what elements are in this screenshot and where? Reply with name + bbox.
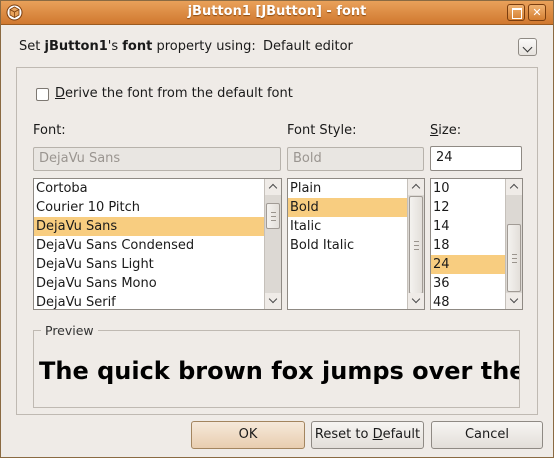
font-list-item[interactable]: DejaVu Sans bbox=[34, 217, 264, 236]
font-list-item[interactable]: DejaVu Sans Mono bbox=[34, 274, 264, 293]
cancel-button[interactable]: Cancel bbox=[431, 421, 543, 449]
component-name: jButton1 bbox=[44, 39, 108, 54]
caption-suffix: property using: bbox=[152, 39, 256, 54]
font-list-item[interactable]: DejaVu Sans Condensed bbox=[34, 236, 264, 255]
derive-font-label[interactable]: Derive the font from the default font bbox=[55, 86, 293, 101]
reset-label-pre: Reset to bbox=[314, 427, 373, 442]
scroll-up-arrow-icon[interactable] bbox=[506, 179, 522, 195]
size-list-item[interactable]: 48 bbox=[431, 293, 505, 309]
style-list-scrollbar[interactable] bbox=[407, 179, 424, 309]
scroll-thumb[interactable] bbox=[507, 224, 521, 292]
font-list-item[interactable]: Courier 10 Pitch bbox=[34, 198, 264, 217]
ok-button[interactable]: OK bbox=[191, 421, 305, 449]
derive-font-checkbox[interactable] bbox=[36, 88, 49, 101]
derive-label-rest: erive the font from the default font bbox=[65, 86, 293, 101]
font-style-label: Font Style: bbox=[287, 123, 357, 138]
size-list-item[interactable]: 36 bbox=[431, 274, 505, 293]
size-list-item[interactable]: 12 bbox=[431, 198, 505, 217]
font-style-items: Plain Bold Italic Bold Italic bbox=[288, 179, 407, 309]
font-size-field[interactable]: 24 bbox=[430, 146, 522, 171]
size-label: Size: bbox=[430, 123, 461, 138]
font-list-item[interactable]: DejaVu Sans Light bbox=[34, 255, 264, 274]
font-list-item[interactable]: Cortoba bbox=[34, 179, 264, 198]
size-list-item[interactable]: 14 bbox=[431, 217, 505, 236]
scroll-up-arrow-icon[interactable] bbox=[265, 179, 281, 195]
size-label-rest: ize: bbox=[438, 123, 462, 138]
derive-mnemonic: D bbox=[55, 86, 66, 101]
font-list-scrollbar[interactable] bbox=[264, 179, 281, 309]
font-dialog-window: jButton1 [JButton] - font ✕ Set jButton1… bbox=[0, 0, 554, 458]
title-bar[interactable]: jButton1 [JButton] - font ✕ bbox=[1, 1, 553, 25]
style-list-item[interactable]: Bold bbox=[288, 198, 407, 217]
font-style-list[interactable]: Plain Bold Italic Bold Italic bbox=[287, 178, 425, 310]
font-size-list[interactable]: 10 12 14 18 24 36 48 bbox=[430, 178, 523, 310]
preview-sample-text: The quick brown fox jumps over the lazy … bbox=[39, 357, 519, 385]
property-editor-caption: Set jButton1's font property using: bbox=[19, 39, 256, 54]
size-list-scrollbar[interactable] bbox=[505, 179, 522, 309]
style-list-item[interactable]: Italic bbox=[288, 217, 407, 236]
font-name-list[interactable]: Cortoba Courier 10 Pitch DejaVu Sans DejaVu… bbox=[33, 178, 282, 310]
style-list-item[interactable]: Bold Italic bbox=[288, 236, 407, 255]
font-name-field[interactable]: DejaVu Sans bbox=[33, 147, 281, 171]
font-size-items: 10 12 14 18 24 36 48 bbox=[431, 179, 505, 309]
preview-legend: Preview bbox=[41, 323, 98, 338]
font-list-item[interactable]: DejaVu Serif bbox=[34, 293, 264, 309]
scroll-thumb[interactable] bbox=[409, 196, 423, 294]
editor-select-value: Default editor bbox=[263, 39, 353, 54]
scroll-down-arrow-icon[interactable] bbox=[408, 293, 424, 309]
size-list-item[interactable]: 24 bbox=[431, 255, 505, 274]
window-title: jButton1 [JButton] - font bbox=[187, 4, 367, 19]
reset-to-default-button[interactable]: Reset to Default bbox=[311, 421, 424, 449]
scroll-down-arrow-icon[interactable] bbox=[506, 293, 522, 309]
editor-dropdown-button[interactable] bbox=[518, 38, 537, 56]
size-list-item[interactable]: 18 bbox=[431, 236, 505, 255]
caption-prefix: Set bbox=[19, 39, 45, 54]
style-list-item[interactable]: Plain bbox=[288, 179, 407, 198]
font-style-field[interactable]: Bold bbox=[287, 147, 424, 171]
maximize-button[interactable] bbox=[507, 4, 525, 21]
reset-mnemonic: D bbox=[372, 427, 383, 442]
font-label: Font: bbox=[33, 123, 66, 138]
size-list-item[interactable]: 10 bbox=[431, 179, 505, 198]
scroll-thumb[interactable] bbox=[266, 203, 280, 229]
caption-middle: 's bbox=[107, 39, 123, 54]
scroll-down-arrow-icon[interactable] bbox=[265, 293, 281, 309]
font-name-items: Cortoba Courier 10 Pitch DejaVu Sans DejaVu… bbox=[34, 179, 264, 309]
close-button[interactable]: ✕ bbox=[528, 4, 546, 21]
reset-label-post: efault bbox=[382, 427, 421, 442]
property-name: font bbox=[122, 39, 153, 54]
scroll-up-arrow-icon[interactable] bbox=[408, 179, 424, 195]
